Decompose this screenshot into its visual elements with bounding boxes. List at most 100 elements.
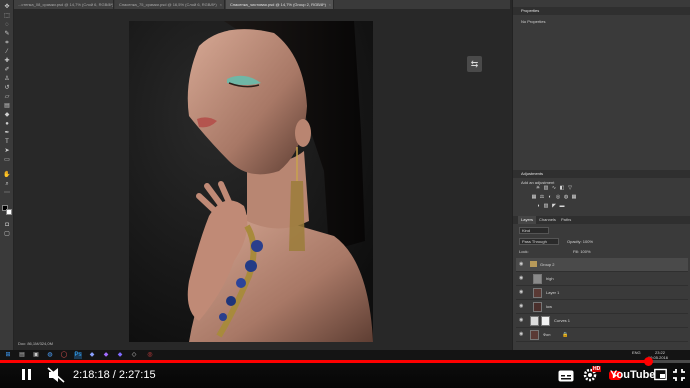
hand-tool-icon[interactable]: ✋ [3,172,11,178]
eyedropper-tool-icon[interactable]: ⁄ [3,49,11,55]
visibility-eye-icon[interactable]: ◉ [519,331,525,337]
pen-tool-icon[interactable]: ✒ [3,130,11,136]
lock-icon: 🔒 [562,332,569,338]
gradient-map-icon[interactable]: ▬ [559,204,565,209]
tab-channels[interactable]: Channels [536,216,559,224]
close-tab-icon[interactable]: × [220,0,222,9]
layer-thumbnail [533,302,542,312]
adjustments-panel-title[interactable]: Adjustments [513,170,690,178]
healing-brush-tool-icon[interactable]: ✚ [3,58,11,64]
visibility-eye-icon[interactable]: ◉ [519,275,525,281]
type-tool-icon[interactable]: T [3,139,11,145]
opacity-field[interactable]: Opacity: 100% [567,239,593,244]
layer-row[interactable]: ◉ Layer 1 [516,286,688,300]
document-canvas[interactable] [129,21,373,342]
brightness-adjust-icon[interactable]: ☀ [535,186,541,191]
exit-fullscreen-button[interactable] [672,368,686,382]
eraser-tool-icon[interactable]: ▱ [3,94,11,100]
progress-fill [0,360,648,363]
document-tab-3[interactable]: Спасенка_чистовая.psd @ 14,7% (Group 2, … [226,0,334,9]
progress-bar[interactable] [0,357,690,366]
app-icon[interactable]: ◇ [130,352,138,359]
properties-panel-title[interactable]: Properties [513,7,690,15]
layer-row-group[interactable]: ◉ Group 2 [516,258,688,272]
history-brush-tool-icon[interactable]: ↺ [3,85,11,91]
mute-button[interactable] [47,367,65,383]
color-balance-icon[interactable]: ⚖ [539,195,545,200]
exposure-adjust-icon[interactable]: ◧ [559,186,565,191]
shape-tool-icon[interactable]: ▭ [3,157,11,163]
document-tab-2[interactable]: Спасенка_75_срамки.psd @ 16,5% (Слой 6, … [115,0,225,9]
more-tools-icon[interactable]: ⋯ [3,190,11,196]
document-tab-1[interactable]: ...стенка_08_срамки.psd @ 14,7% (Слой 6,… [14,0,114,9]
crop-tool-icon[interactable]: ⌗ [3,40,11,46]
visibility-eye-icon[interactable]: ◉ [519,317,525,323]
app-icon[interactable]: ◆ [102,352,110,359]
properties-body [513,26,690,162]
lasso-tool-icon[interactable]: ◌ [3,22,11,28]
app-icon[interactable]: ◆ [116,352,124,359]
fill-field[interactable]: Fill: 100% [573,249,591,254]
threshold-icon[interactable]: ◤ [551,204,557,209]
levels-adjust-icon[interactable]: ▥ [543,186,549,191]
layer-row[interactable]: ◉ low [516,300,688,314]
visibility-eye-icon[interactable]: ◉ [519,289,525,295]
quick-mask-icon[interactable]: ◘ [3,222,11,228]
zoom-tool-icon[interactable]: ⌕ [3,181,11,187]
background-color-swatch[interactable] [6,209,12,215]
pause-button[interactable] [20,368,34,382]
invert-icon[interactable]: ◑ [535,204,541,209]
photo-filter-icon[interactable]: ◎ [555,195,561,200]
windows-taskbar: ⊞ ▤ ▣ ◍ ◯ Ps ◆ ◆ ◆ ◇ ◎ ENG 23:22 19.05.2… [0,350,690,360]
pause-bar-right [28,369,31,380]
windows-start-icon[interactable]: ⊞ [4,352,12,359]
tab-label: Спасенка_75_срамки.psd @ 16,5% (Слой 6, … [119,2,217,7]
miniplayer-icon [654,368,667,381]
channel-mixer-icon[interactable]: ◍ [563,195,569,200]
screen-mode-icon[interactable]: ▢ [3,231,11,237]
vibrance-adjust-icon[interactable]: ▽ [567,186,573,191]
layer-row[interactable]: ◉ Фон 🔒 [516,328,688,342]
browser-icon[interactable]: ◍ [46,352,54,359]
lock-label: Lock: [519,249,529,254]
dodge-tool-icon[interactable]: ● [3,121,11,127]
close-tab-icon[interactable]: × [109,0,111,9]
subtitles-button[interactable] [558,369,574,382]
black-white-icon[interactable]: ◐ [547,195,553,200]
progress-scrubber[interactable] [643,357,653,366]
swap-arrows-icon[interactable]: ⇆ [467,56,482,72]
settings-button[interactable]: HD [583,366,602,383]
gradient-tool-icon[interactable]: ▤ [3,103,11,109]
color-lookup-icon[interactable]: ▦ [571,195,577,200]
posterize-icon[interactable]: ▨ [543,204,549,209]
photoshop-icon[interactable]: Ps [74,352,82,359]
layer-thumbnail [533,288,542,298]
layer-row[interactable]: ◉ Curves 1 [516,314,688,328]
move-tool-icon[interactable]: ✥ [3,4,11,10]
miniplayer-button[interactable] [654,368,667,381]
folder-icon[interactable]: ▣ [32,352,40,359]
visibility-eye-icon[interactable]: ◉ [519,303,525,309]
keyboard-language[interactable]: ENG [632,351,641,355]
screen: ✥ ⬚ ◌ ✎ ⌗ ⁄ ✚ ✐ ♙ ↺ ▱ ▤ ◆ ● ✒ T ➤ ▭ ✋ ⌕ … [0,0,690,388]
layer-name: high [546,276,554,281]
opera-icon[interactable]: ◯ [60,352,68,359]
close-tab-icon[interactable]: × [329,0,331,9]
tab-layers[interactable]: Layers [518,216,537,224]
blend-mode-select[interactable]: Pass Through [519,238,559,245]
brush-tool-icon[interactable]: ✐ [3,67,11,73]
clone-stamp-tool-icon[interactable]: ♙ [3,76,11,82]
path-select-tool-icon[interactable]: ➤ [3,148,11,154]
app-icon[interactable]: ◆ [88,352,96,359]
visibility-eye-icon[interactable]: ◉ [519,261,525,267]
quick-select-tool-icon[interactable]: ✎ [3,31,11,37]
blur-tool-icon[interactable]: ◆ [3,112,11,118]
layer-filter-kind[interactable]: Kind [519,227,549,234]
explorer-icon[interactable]: ▤ [18,352,26,359]
tab-paths[interactable]: Paths [558,216,574,224]
layer-row[interactable]: ◉ high [516,272,688,286]
curves-adjust-icon[interactable]: ∿ [551,186,557,191]
marquee-tool-icon[interactable]: ⬚ [3,13,11,19]
record-icon[interactable]: ◎ [146,352,154,359]
hue-saturation-icon[interactable]: ▦ [531,195,537,200]
